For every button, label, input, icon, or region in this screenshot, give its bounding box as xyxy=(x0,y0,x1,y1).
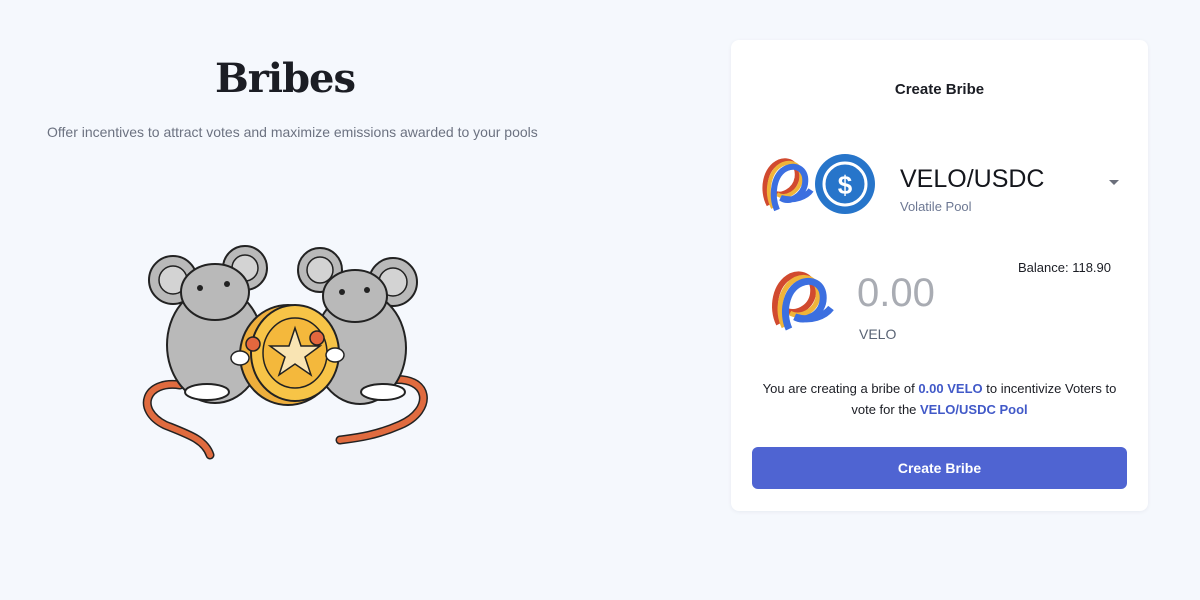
summary-amount: 0.00 VELO xyxy=(918,381,983,396)
create-bribe-card: Create Bribe $ VELO/USDC Volatile Pool V… xyxy=(731,40,1148,511)
svg-text:$: $ xyxy=(838,170,853,200)
token-balance[interactable]: Balance: 118.90 xyxy=(1018,260,1111,275)
card-title: Create Bribe xyxy=(894,81,985,98)
rats-with-coin-illustration xyxy=(142,245,428,460)
pool-name: VELO/USDC xyxy=(900,165,1045,193)
chevron-down-icon[interactable] xyxy=(1109,180,1119,185)
hero-section: Bribes Offer incentives to attract votes… xyxy=(0,0,570,600)
summary-pool: VELO/USDC Pool xyxy=(920,402,1028,417)
summary-text: You are creating a bribe of xyxy=(762,381,919,396)
velo-token-icon xyxy=(762,158,814,212)
page-subtitle: Offer incentives to attract votes and ma… xyxy=(47,124,538,140)
bribe-summary: You are creating a bribe of 0.00 VELO to… xyxy=(751,378,1128,420)
pool-selector[interactable]: $ VELO/USDC Volatile Pool xyxy=(759,150,1129,218)
page-title: Bribes xyxy=(214,55,356,102)
create-bribe-button[interactable]: Create Bribe xyxy=(752,447,1127,489)
bribe-amount-input[interactable] xyxy=(857,268,1037,318)
amount-token-label: VELO xyxy=(859,326,897,342)
velo-token-icon xyxy=(772,271,834,331)
pool-token-icons: $ xyxy=(762,154,875,214)
pool-type: Volatile Pool xyxy=(900,199,972,214)
usdc-token-icon: $ xyxy=(815,154,875,214)
